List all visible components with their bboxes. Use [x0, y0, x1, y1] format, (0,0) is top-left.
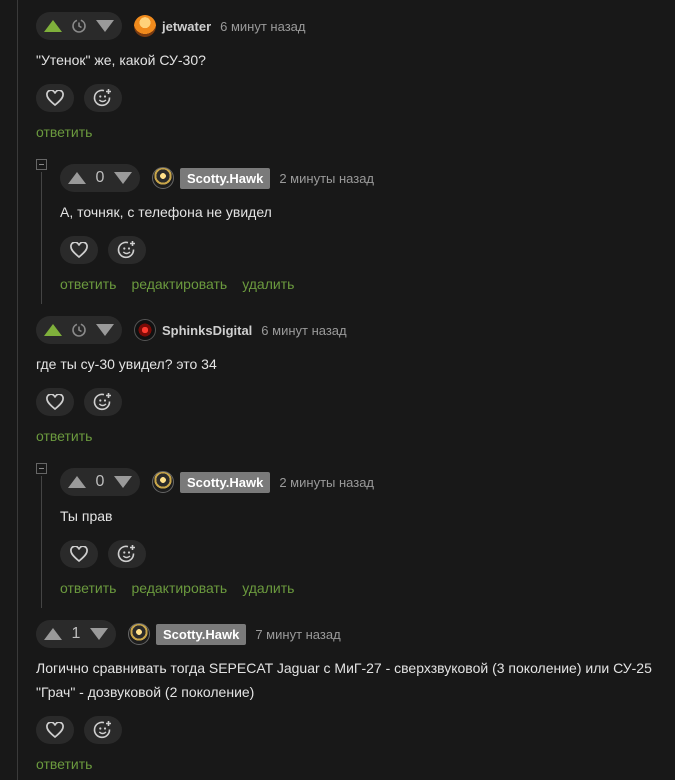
reply-thread-line	[41, 172, 42, 304]
avatar[interactable]	[128, 623, 150, 645]
comment-actions	[60, 540, 146, 568]
timestamp[interactable]: 6 минут назад	[261, 323, 346, 338]
like-button[interactable]	[60, 236, 98, 264]
edit-link[interactable]: редактировать	[131, 580, 227, 596]
comment-text: где ты су-30 увидел? это 34	[36, 356, 217, 372]
delete-link[interactable]: удалить	[242, 276, 294, 292]
reply-link[interactable]: ответить	[60, 580, 116, 596]
avatar[interactable]	[134, 319, 156, 341]
comment-header: SphinksDigital 6 минут назад	[36, 316, 347, 344]
comment-links: ответить редактировать удалить	[60, 276, 294, 292]
reaction-button[interactable]	[84, 388, 122, 416]
comment-header: 0 Scotty.Hawk 2 минуты назад	[60, 468, 374, 496]
comment-links: ответить	[36, 756, 92, 772]
like-button[interactable]	[60, 540, 98, 568]
upvote-icon[interactable]	[44, 20, 62, 32]
downvote-icon[interactable]	[114, 172, 132, 184]
downvote-icon[interactable]	[90, 628, 108, 640]
comment-text: А, точняк, с телефона не увидел	[60, 204, 272, 220]
collapse-icon[interactable]	[36, 159, 47, 170]
reaction-button[interactable]	[84, 84, 122, 112]
comment-header: 0 Scotty.Hawk 2 минуты назад	[60, 164, 374, 192]
comment-header: jetwater 6 минут назад	[36, 12, 305, 40]
emoji-add-icon	[117, 545, 135, 563]
clock-icon	[70, 321, 88, 339]
upvote-icon[interactable]	[68, 476, 86, 488]
upvote-icon[interactable]	[44, 628, 62, 640]
emoji-add-icon	[117, 241, 135, 259]
heart-icon	[46, 90, 64, 106]
emoji-add-icon	[93, 89, 111, 107]
delete-link[interactable]: удалить	[242, 580, 294, 596]
username[interactable]: SphinksDigital	[162, 323, 252, 338]
comment-actions	[36, 388, 122, 416]
timestamp[interactable]: 2 минуты назад	[279, 475, 374, 490]
vote-control: 0	[60, 164, 140, 192]
collapse-icon[interactable]	[36, 463, 47, 474]
comment-links: ответить	[36, 124, 92, 140]
reply-link[interactable]: ответить	[36, 428, 92, 444]
downvote-icon[interactable]	[96, 324, 114, 336]
comment-links: ответить редактировать удалить	[60, 580, 294, 596]
vote-control: 1	[36, 620, 116, 648]
heart-icon	[46, 722, 64, 738]
comment-text: Ты прав	[60, 508, 113, 524]
avatar[interactable]	[152, 471, 174, 493]
comment-header: 1 Scotty.Hawk 7 минут назад	[36, 620, 341, 648]
emoji-add-icon	[93, 393, 111, 411]
username[interactable]: Scotty.Hawk	[156, 623, 247, 645]
reply-thread-line	[41, 476, 42, 608]
downvote-icon[interactable]	[96, 20, 114, 32]
reaction-button[interactable]	[84, 716, 122, 744]
reaction-button[interactable]	[108, 540, 146, 568]
edit-link[interactable]: редактировать	[131, 276, 227, 292]
score: 0	[95, 169, 105, 186]
timestamp[interactable]: 2 минуты назад	[279, 171, 374, 186]
upvote-icon[interactable]	[44, 324, 62, 336]
username[interactable]: Scotty.Hawk	[180, 471, 271, 493]
heart-icon	[70, 242, 88, 258]
username[interactable]: jetwater	[162, 19, 211, 34]
score: 1	[71, 625, 81, 642]
avatar[interactable]	[134, 15, 156, 37]
timestamp[interactable]: 7 минут назад	[255, 627, 340, 642]
comment-actions	[36, 84, 122, 112]
reply-link[interactable]: ответить	[60, 276, 116, 292]
upvote-icon[interactable]	[68, 172, 86, 184]
heart-icon	[70, 546, 88, 562]
reply-link[interactable]: ответить	[36, 124, 92, 140]
vote-control	[36, 316, 122, 344]
like-button[interactable]	[36, 716, 74, 744]
thread-line	[17, 0, 18, 780]
emoji-add-icon	[93, 721, 111, 739]
vote-control: 0	[60, 468, 140, 496]
vote-control	[36, 12, 122, 40]
timestamp[interactable]: 6 минут назад	[220, 19, 305, 34]
like-button[interactable]	[36, 388, 74, 416]
clock-icon	[70, 17, 88, 35]
comment-text: "Утенок" же, какой СУ-30?	[36, 52, 206, 68]
score: 0	[95, 473, 105, 490]
comment-actions	[60, 236, 146, 264]
heart-icon	[46, 394, 64, 410]
reply-link[interactable]: ответить	[36, 756, 92, 772]
comment-actions	[36, 716, 122, 744]
comment-links: ответить	[36, 428, 92, 444]
comment-text: Логично сравнивать тогда SEPECAT Jaguar …	[36, 660, 652, 700]
downvote-icon[interactable]	[114, 476, 132, 488]
avatar[interactable]	[152, 167, 174, 189]
reaction-button[interactable]	[108, 236, 146, 264]
like-button[interactable]	[36, 84, 74, 112]
username[interactable]: Scotty.Hawk	[180, 167, 271, 189]
